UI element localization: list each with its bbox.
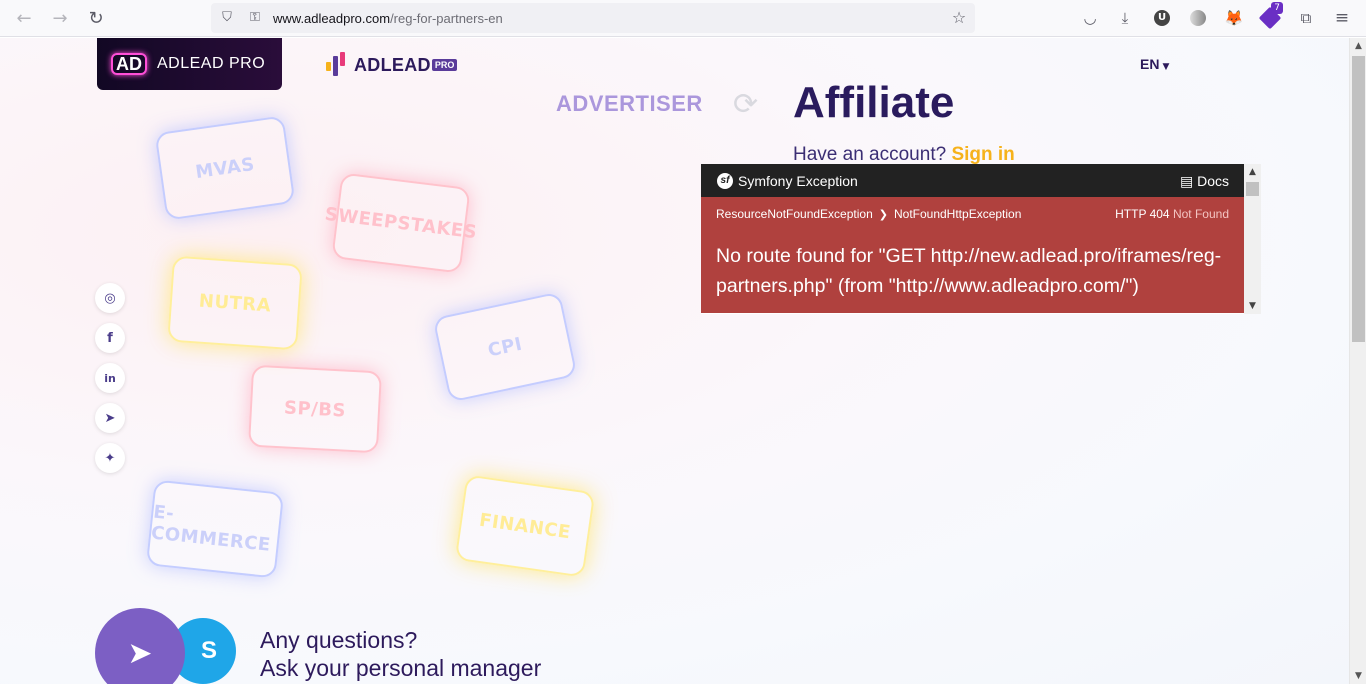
page-scrollbar[interactable]: ▲ ▼ — [1349, 38, 1366, 684]
puzzle-icon[interactable]: ⧉ — [1295, 7, 1317, 29]
extension-icon[interactable] — [1187, 7, 1209, 29]
logo-bars-icon — [326, 52, 346, 78]
status-code: HTTP 404 — [1115, 207, 1170, 221]
chevron-right-icon: ❯ — [878, 208, 888, 221]
telegram-chat-button[interactable]: ➤ — [95, 608, 185, 684]
symfony-logo-icon: sf — [717, 173, 733, 189]
iframe-scroll-thumb[interactable] — [1246, 182, 1259, 196]
logo-pro-badge: PRO — [431, 59, 458, 71]
extension-badge-icon[interactable]: 7 — [1258, 2, 1283, 30]
account-prompt: Have an account? Sign in — [793, 144, 1015, 166]
symfony-title: Symfony Exception — [738, 173, 858, 189]
tag-nutra: NUTRA — [167, 255, 303, 351]
affiliate-title: Affiliate — [793, 78, 955, 127]
facebook-icon[interactable]: f — [95, 323, 125, 353]
skype-icon: S — [200, 637, 217, 664]
registration-iframe: sf Symfony Exception ▤ Docs ResourceNotF… — [701, 164, 1261, 314]
tag-cpi: CPI — [432, 291, 578, 403]
url-path: /reg-for-partners-en — [390, 11, 503, 26]
scroll-down-icon[interactable]: ▼ — [1244, 298, 1261, 314]
exception-panel: ResourceNotFoundException ❯ NotFoundHttpEx… — [701, 197, 1244, 313]
language-label: EN — [1140, 56, 1160, 72]
signin-link[interactable]: Sign in — [951, 144, 1014, 165]
http-status: HTTP 404 Not Found — [1115, 207, 1229, 221]
account-prompt-text: Have an account? — [793, 144, 947, 165]
twitter-icon[interactable]: ✦ — [95, 443, 125, 473]
extension-badge-count: 7 — [1271, 2, 1283, 14]
contact-line-1: Any questions? — [260, 627, 418, 653]
url-text[interactable]: www.adleadpro.com/reg-for-partners-en — [273, 11, 503, 26]
swap-icon[interactable]: ⟳ — [733, 87, 758, 122]
tag-mvas: MVAS — [154, 115, 296, 221]
star-icon[interactable]: ☆ — [951, 10, 967, 26]
scroll-up-icon[interactable]: ▲ — [1350, 38, 1366, 54]
lock-icon[interactable]: ⚿ — [247, 10, 263, 26]
iframe-scrollbar[interactable]: ▲ ▼ — [1244, 164, 1261, 314]
symfony-header: sf Symfony Exception ▤ Docs — [701, 164, 1244, 197]
contact-text: Any questions? Ask your personal manager — [260, 626, 541, 682]
tag-sp-bs: SP/BS — [247, 364, 383, 454]
chevron-down-icon: ▼ — [1162, 62, 1170, 72]
language-selector[interactable]: EN ▼ — [1140, 56, 1169, 72]
metamask-icon[interactable]: 🦊 — [1223, 7, 1245, 29]
forward-icon[interactable]: → — [47, 6, 73, 30]
paper-plane-icon: ➤ — [127, 635, 153, 671]
exception-breadcrumb: ResourceNotFoundException ❯ NotFoundHttpEx… — [716, 207, 1021, 221]
docs-label: Docs — [1197, 173, 1229, 189]
address-bar[interactable]: ⛉ ⚿ www.adleadpro.com/reg-for-partners-e… — [211, 3, 975, 33]
docs-link[interactable]: ▤ Docs — [1180, 173, 1229, 190]
scroll-down-icon[interactable]: ▼ — [1350, 668, 1366, 684]
tag-sweepstakes: SWEEPSTAKES — [324, 172, 478, 274]
status-text: Not Found — [1172, 207, 1229, 221]
url-host: www.adleadpro.com — [273, 11, 391, 26]
download-icon[interactable]: ⤓ — [1114, 7, 1136, 29]
tag-finance: FINANCE — [454, 474, 596, 578]
exception-class-2: NotFoundHttpException — [893, 207, 1022, 221]
adlead-pro-logo-dark[interactable]: AD ADLEAD PRO — [97, 38, 282, 90]
menu-icon[interactable]: ≡ — [1331, 7, 1353, 29]
reload-icon[interactable]: ↻ — [83, 6, 109, 30]
tag-e-commerce: E-COMMERCE — [145, 479, 285, 579]
exception-message: No route found for "GET http://new.adlea… — [716, 245, 1222, 297]
contact-line-2: Ask your personal manager — [260, 655, 542, 681]
browser-toolbar: ← → ↻ ⛉ ⚿ www.adleadpro.com/reg-for-part… — [0, 0, 1366, 37]
book-icon: ▤ — [1179, 173, 1198, 189]
shield-icon[interactable]: ⛉ — [219, 10, 235, 26]
logo-light-text: ADLEAD — [354, 54, 431, 75]
page-scroll-thumb[interactable] — [1352, 56, 1365, 342]
exception-class-1: ResourceNotFoundException — [716, 207, 873, 221]
ublock-icon[interactable]: U — [1151, 7, 1173, 29]
telegram-icon[interactable]: ➤ — [95, 403, 125, 433]
logo-dark-text: ADLEAD PRO — [157, 55, 266, 72]
logo-mark: AD — [111, 53, 147, 75]
pocket-icon[interactable]: ◡ — [1079, 7, 1101, 29]
advertiser-toggle[interactable]: ADVERTISER — [556, 91, 703, 117]
page-content: AD ADLEAD PRO ADLEAD PRO EN ▼ ADVERTISER … — [0, 38, 1349, 684]
scroll-up-icon[interactable]: ▲ — [1244, 164, 1261, 180]
instagram-icon[interactable]: ◎ — [95, 283, 125, 313]
adlead-logo-light[interactable]: ADLEAD PRO — [326, 52, 458, 78]
linkedin-icon[interactable]: in — [95, 363, 125, 393]
back-icon[interactable]: ← — [11, 6, 37, 30]
